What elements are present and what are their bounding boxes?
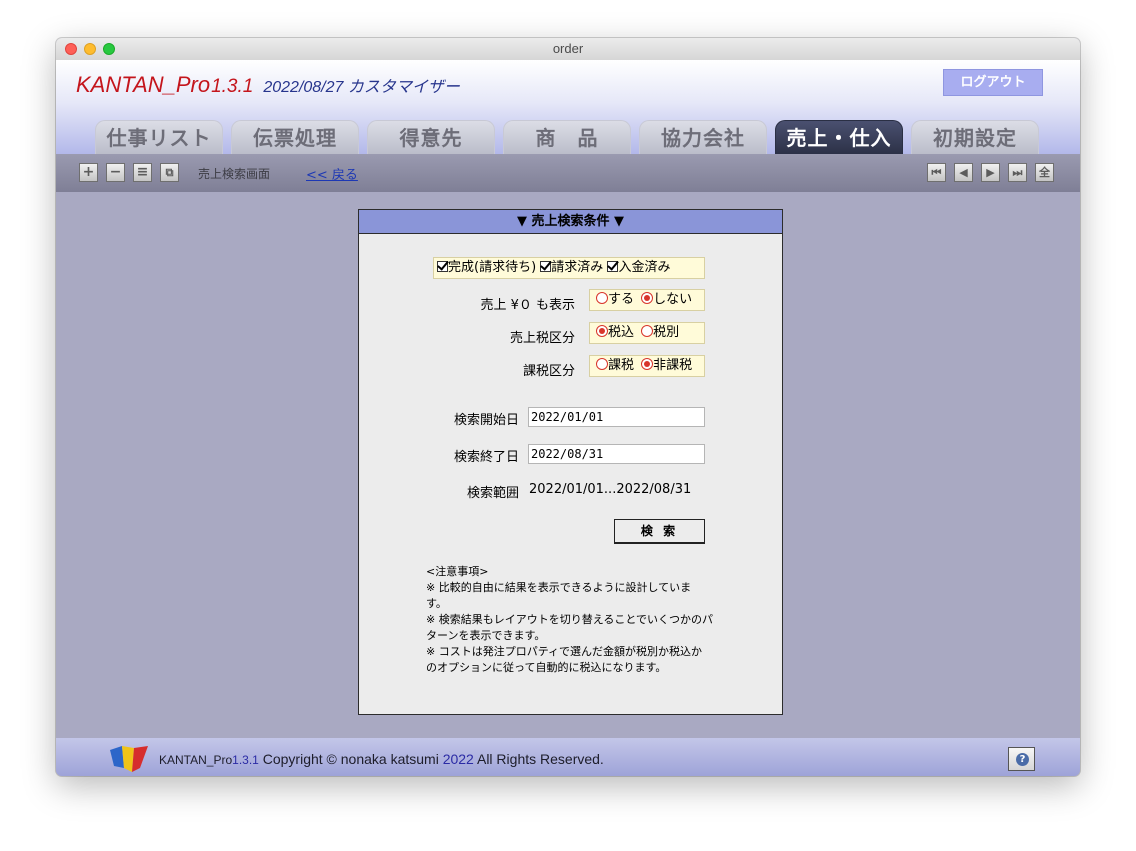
notes-heading: <注意事項>	[426, 565, 489, 578]
search-conditions-panel: ▼ 売上検索条件 ▼ 完成(請求待ち) 請求済み 入金済み 売上 ¥０ も表示 …	[358, 209, 783, 715]
note-line: ターンを表示できます。	[426, 629, 546, 642]
zero-sales-label: 売上 ¥０ も表示	[480, 298, 575, 313]
radio-zero-show[interactable]	[596, 292, 608, 304]
tab-partners[interactable]: 協力会社	[639, 120, 767, 156]
app-header: KANTAN_Pro1.3.1 2022/08/27 カスタマイザー ログアウト …	[56, 60, 1080, 156]
note-line: のオプションに従って自動的に税込になります。	[426, 661, 667, 674]
tax-type-options: 税込 税別	[589, 322, 705, 344]
radio-tax-excluded[interactable]	[641, 325, 654, 337]
title-bar: order	[56, 38, 1080, 61]
radio-zero-show-label: する	[608, 292, 635, 307]
tab-job-list[interactable]: 仕事リスト	[95, 120, 223, 156]
first-record-icon[interactable]: ⏮	[927, 163, 946, 182]
minus-icon[interactable]: −	[106, 163, 125, 182]
last-record-icon[interactable]: ⏭	[1008, 163, 1027, 182]
duplicate-icon[interactable]: ⧉	[160, 163, 179, 182]
radio-tax-excluded-label: 税別	[653, 325, 680, 340]
notes: <注意事項> ※ 比較的自由に結果を表示できるように設計していま す。 ※ 検索…	[426, 564, 716, 676]
app-version: 1.3.1	[211, 76, 254, 97]
footer: KANTAN_Pro1.3.1 Copyright © nonaka katsu…	[56, 738, 1080, 776]
zero-sales-options: する しない	[589, 289, 705, 311]
footer-version: 1.3.1	[232, 753, 259, 767]
checkbox-completed-label: 完成(請求待ち)	[448, 260, 537, 275]
checkbox-completed[interactable]	[437, 261, 448, 272]
note-line: す。	[426, 597, 447, 610]
radio-zero-hide[interactable]	[641, 292, 654, 304]
footer-rights: All Rights Reserved.	[476, 751, 604, 767]
footer-year: 2022	[442, 751, 474, 767]
checkbox-paid[interactable]	[607, 261, 619, 272]
radio-non-taxable-label: 非課税	[653, 358, 693, 373]
help-button[interactable]: ?	[1008, 747, 1035, 771]
range-label: 検索範囲	[466, 486, 519, 501]
radio-taxable[interactable]	[596, 358, 608, 370]
end-date-label: 検索終了日	[453, 450, 519, 465]
taxation-options: 課税 非課税	[589, 355, 705, 377]
back-link[interactable]: << 戻る	[306, 164, 358, 183]
tab-customers[interactable]: 得意先	[367, 120, 495, 156]
help-icon: ?	[1016, 753, 1029, 766]
note-line: ※ 検索結果もレイアウトを切り替えることでいくつかのパ	[426, 613, 714, 626]
main-content: ▼ 売上検索条件 ▼ 完成(請求待ち) 請求済み 入金済み 売上 ¥０ も表示 …	[56, 192, 1080, 738]
radio-taxable-label: 課税	[608, 358, 635, 373]
tab-sales-purchases[interactable]: 売上・仕入	[775, 120, 903, 156]
tax-type-label: 売上税区分	[509, 331, 575, 346]
radio-zero-hide-label: しない	[653, 292, 693, 307]
kantan-logo-icon	[110, 746, 148, 772]
list-icon[interactable]: ≡	[133, 163, 152, 182]
checkbox-paid-label: 入金済み	[618, 260, 671, 275]
copyright-text: KANTAN_Pro1.3.1 Copyright © nonaka katsu…	[159, 751, 604, 767]
checkbox-invoiced-label: 請求済み	[551, 260, 604, 275]
toolbar: + − ≡ ⧉ 売上検索画面 << 戻る ⏮ ◀ ▶ ⏭ 全	[56, 154, 1080, 192]
plus-icon[interactable]: +	[79, 163, 98, 182]
checkbox-invoiced[interactable]	[540, 261, 552, 272]
window-title: order	[552, 41, 584, 56]
range-value: 2022/01/01...2022/08/31	[529, 482, 692, 497]
start-date-label: 検索開始日	[453, 413, 519, 428]
start-date-field[interactable]: 2022/01/01	[528, 407, 705, 427]
logout-button[interactable]: ログアウト	[943, 69, 1043, 96]
status-checkboxes: 完成(請求待ち) 請求済み 入金済み	[433, 257, 705, 279]
radio-tax-included-label: 税込	[608, 325, 635, 340]
tab-products[interactable]: 商 品	[503, 120, 631, 156]
app-subtitle: 2022/08/27 カスタマイザー	[263, 79, 460, 96]
tab-slip-processing[interactable]: 伝票処理	[231, 120, 359, 156]
search-button[interactable]: 検 索	[614, 519, 705, 544]
app-window: order KANTAN_Pro1.3.1 2022/08/27 カスタマイザー …	[56, 38, 1080, 776]
prev-record-icon[interactable]: ◀	[954, 163, 973, 182]
radio-tax-included[interactable]	[596, 325, 608, 337]
tab-initial-settings[interactable]: 初期設定	[911, 120, 1039, 156]
show-all-icon[interactable]: 全	[1035, 163, 1054, 182]
panel-title: ▼ 売上検索条件 ▼	[359, 210, 782, 234]
radio-non-taxable[interactable]	[641, 358, 654, 370]
footer-copyright: Copyright © nonaka katsumi	[262, 751, 439, 767]
note-line: ※ 比較的自由に結果を表示できるように設計していま	[426, 581, 692, 594]
taxation-label: 課税区分	[522, 364, 575, 379]
end-date-field[interactable]: 2022/08/31	[528, 444, 705, 464]
next-record-icon[interactable]: ▶	[981, 163, 1000, 182]
app-name: KANTAN_Pro	[76, 72, 211, 97]
note-line: ※ コストは発注プロパティで選んだ金額が税別か税込か	[426, 645, 703, 658]
screen-name: 売上検索画面	[198, 167, 271, 181]
app-brand: KANTAN_Pro1.3.1 2022/08/27 カスタマイザー	[76, 72, 460, 98]
footer-product: KANTAN_Pro	[159, 753, 233, 767]
